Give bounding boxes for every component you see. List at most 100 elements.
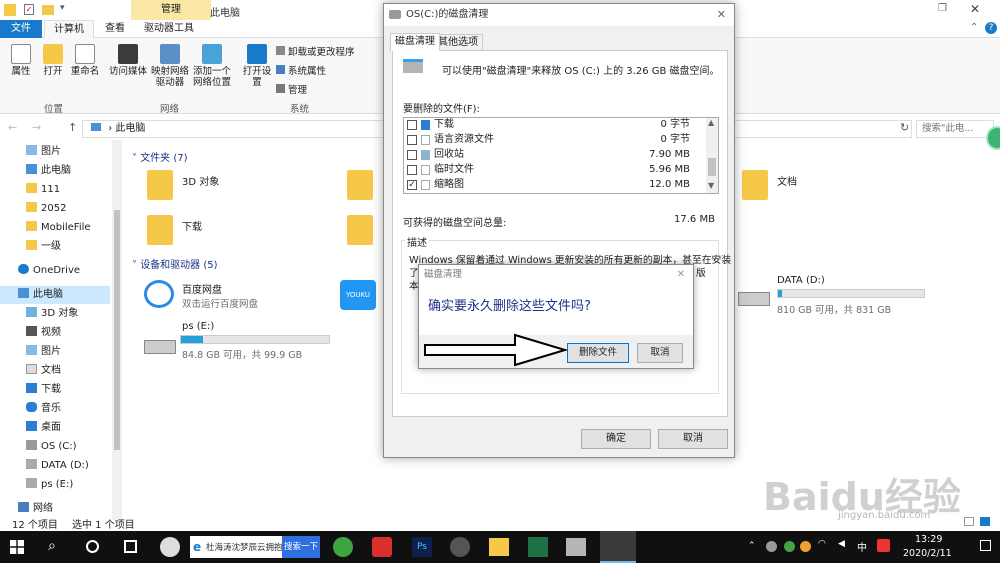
list-item[interactable]: 语言资源文件 0 字节 [404, 133, 704, 147]
cancel-button[interactable]: 取消 [658, 429, 728, 449]
tiles-view-icon[interactable] [980, 517, 990, 526]
disk-cleanup-taskbar-icon[interactable] [566, 538, 586, 556]
network-wifi-icon[interactable]: ◠ [818, 539, 826, 549]
list-item[interactable]: ✓ 缩略图 12.0 MB [404, 178, 704, 192]
nav-item-ps-e[interactable]: ps (E:) [26, 476, 73, 494]
nav-item-documents[interactable]: 文档 [26, 362, 61, 380]
folder-small-icon[interactable] [42, 5, 54, 15]
baidu-netdisk-icon[interactable] [144, 280, 174, 308]
drive-d-icon[interactable] [738, 292, 770, 306]
cleanup-close-icon[interactable]: ✕ [717, 4, 726, 26]
show-hidden-icons[interactable]: ⌃ [748, 541, 756, 551]
downloads-folder-icon[interactable] [147, 215, 173, 245]
details-view-icon[interactable] [964, 517, 974, 526]
clock-date[interactable]: 2020/2/11 [903, 548, 952, 559]
youku-icon[interactable]: YOUKU [340, 280, 376, 310]
ok-button[interactable]: 确定 [581, 429, 651, 449]
nav-scroll-thumb[interactable] [114, 210, 120, 450]
nav-item-111[interactable]: 111 [26, 181, 60, 199]
properties-button[interactable]: 属性 [6, 44, 36, 77]
task-view-icon[interactable] [124, 540, 137, 553]
folders-section-header[interactable]: ˅ 文件夹 (7) [132, 149, 188, 164]
music-folder-icon[interactable] [347, 215, 373, 245]
confirm-close-icon[interactable]: ✕ [677, 265, 685, 285]
help-icon[interactable]: ? [985, 22, 997, 34]
tray-orange-icon[interactable] [800, 541, 811, 552]
flower-app-icon[interactable] [160, 537, 180, 557]
list-scrollbar[interactable]: ▲ ▼ [706, 118, 718, 193]
nav-item-level1[interactable]: 一级 [26, 238, 61, 256]
drive-e-name[interactable]: ps (E:) [182, 321, 214, 332]
clock-time[interactable]: 13:29 [915, 534, 942, 545]
volume-icon[interactable]: ◀ [838, 539, 845, 549]
search-icon[interactable]: ⌕ [48, 538, 72, 562]
nav-item-pictures-quick[interactable]: 图片 [26, 143, 61, 161]
scroll-up-icon[interactable]: ▲ [708, 118, 714, 127]
documents-folder-icon[interactable] [742, 170, 768, 200]
taskbar-search-box[interactable]: e 杜海涛沈梦辰云拥抱 搜索一下 [190, 536, 320, 558]
nav-item-2052[interactable]: 2052 [26, 200, 66, 218]
excel-icon[interactable] [528, 537, 548, 557]
sogou-icon[interactable] [877, 539, 890, 552]
folder-documents-label[interactable]: 文档 [777, 173, 797, 188]
list-item[interactable]: 回收站 7.90 MB [404, 148, 704, 162]
nav-item-mobilefile[interactable]: MobileFile [26, 219, 91, 237]
baidu-netdisk-name[interactable]: 百度网盘 [182, 281, 222, 296]
scroll-down-icon[interactable]: ▼ [708, 181, 714, 190]
cortana-icon[interactable] [86, 540, 99, 553]
add-network-location-button[interactable]: 添加一个网络位置 [192, 44, 232, 88]
nav-item-data-d[interactable]: DATA (D:) [26, 457, 89, 475]
nav-scrollbar[interactable] [112, 140, 122, 520]
nav-item-downloads[interactable]: 下载 [26, 381, 61, 399]
list-item[interactable]: 临时文件 5.96 MB [404, 163, 704, 177]
tray-app-icon[interactable] [766, 541, 777, 552]
drive-d-name[interactable]: DATA (D:) [777, 275, 825, 286]
forward-icon[interactable]: → [32, 121, 41, 134]
nav-item-desktop[interactable]: 桌面 [26, 419, 61, 437]
nav-item-onedrive[interactable]: OneDrive [18, 262, 80, 280]
close-icon[interactable]: ✕ [970, 2, 980, 16]
nav-item-videos[interactable]: 视频 [26, 324, 61, 342]
map-drive-button[interactable]: 映射网络驱动器 [150, 44, 190, 88]
tab-view[interactable]: 查看 [96, 20, 134, 38]
folder-3d-objects-label[interactable]: 3D 对象 [182, 173, 219, 188]
back-icon[interactable]: ← [8, 121, 17, 134]
photoshop-icon[interactable]: Ps [412, 537, 432, 557]
nav-item-pictures[interactable]: 图片 [26, 343, 61, 361]
up-icon[interactable]: ↑ [68, 121, 77, 134]
uninstall-programs-button[interactable]: 卸载或更改程序 [276, 44, 355, 58]
tab-more-options[interactable]: 其他选项 [433, 34, 483, 51]
open-button[interactable]: 打开 [38, 44, 68, 77]
drive-e-icon[interactable] [144, 340, 176, 354]
3d-objects-folder-icon[interactable] [147, 170, 173, 200]
file-checkbox[interactable] [407, 150, 417, 160]
manage-button[interactable]: 管理 [276, 82, 307, 96]
nav-item-music[interactable]: 音乐 [26, 400, 61, 418]
tab-disk-cleanup[interactable]: 磁盘清理 [390, 33, 440, 51]
file-checkbox[interactable] [407, 120, 417, 130]
wps-icon[interactable] [372, 537, 392, 557]
nav-item-thispc-quick[interactable]: 此电脑 [26, 162, 71, 180]
file-checkbox[interactable] [407, 165, 417, 175]
devices-section-header[interactable]: ˅ 设备和驱动器 (5) [132, 256, 218, 271]
taskbar-search-button[interactable]: 搜索一下 [281, 536, 320, 558]
list-scroll-thumb[interactable] [708, 158, 716, 176]
active-app-taskbar-icon[interactable] [600, 531, 636, 563]
file-checkbox[interactable] [407, 135, 417, 145]
file-explorer-taskbar-icon[interactable] [489, 538, 509, 556]
confirm-cancel-button[interactable]: 取消 [637, 343, 683, 363]
notification-icon[interactable] [980, 540, 991, 551]
rename-button[interactable]: 重命名 [68, 44, 102, 77]
manage-tab-header[interactable]: 管理 [131, 0, 211, 20]
windows-start-icon[interactable] [10, 540, 24, 554]
folder-downloads-label[interactable]: 下载 [182, 218, 202, 233]
tab-file[interactable]: 文件 [0, 20, 42, 38]
restore-icon[interactable]: ❐ [938, 3, 947, 14]
refresh-icon[interactable]: ↻ [900, 121, 909, 134]
nav-item-3d[interactable]: 3D 对象 [26, 305, 78, 323]
ime-indicator[interactable]: 中 [857, 539, 867, 554]
system-properties-button[interactable]: 系统属性 [276, 63, 326, 77]
check-icon[interactable]: ✓ [24, 4, 34, 15]
collapse-ribbon-icon[interactable]: ⌃ [970, 22, 978, 33]
search-input[interactable]: 搜索"此电... [916, 120, 994, 138]
